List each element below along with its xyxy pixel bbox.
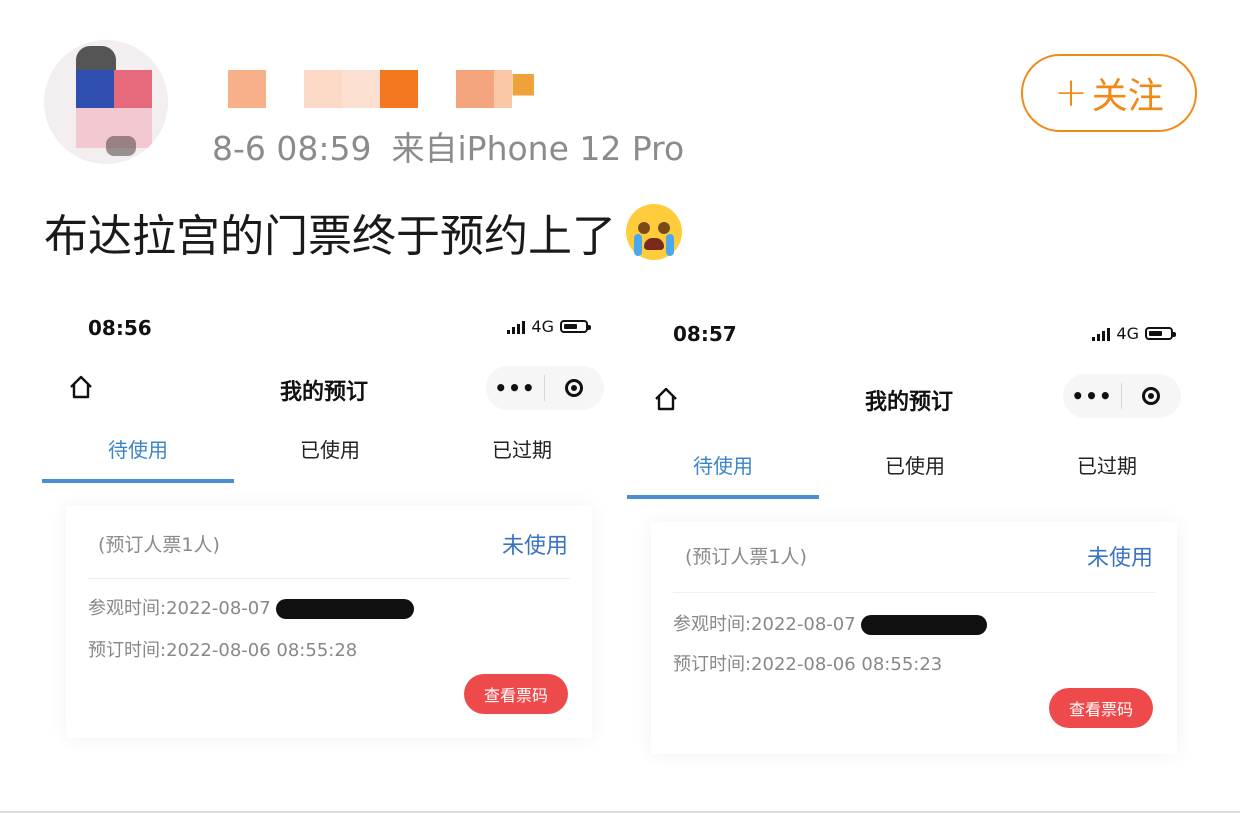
status-time: 08:56	[88, 316, 152, 340]
more-icon[interactable]: •••	[486, 376, 544, 400]
booking-holder: (预订人票1人)	[98, 534, 220, 556]
avatar-pixel	[76, 70, 114, 108]
tab-used[interactable]: 已使用	[234, 434, 426, 463]
close-mini-program-icon[interactable]	[545, 379, 603, 397]
post-body: 布达拉宫的门票终于预约上了	[44, 211, 616, 262]
signal-icon	[1092, 327, 1111, 341]
visit-time: 参观时间:2022-08-07	[673, 614, 856, 635]
post-source: 来自iPhone 12 Pro	[391, 129, 685, 168]
divider	[88, 578, 570, 579]
visit-time-row: 参观时间:2022-08-07	[88, 594, 415, 620]
tab-bar: 待使用 已使用 已过期	[627, 450, 1203, 499]
screenshot-image-1[interactable]: 08:56 4G 我的预订 ••• 待使用 已使用 已过期 (预订人票1人) 未…	[42, 300, 618, 800]
crying-face-icon	[626, 204, 682, 260]
avatar[interactable]	[44, 40, 168, 164]
status-bar: 4G	[507, 317, 591, 336]
page-title: 我的预订	[280, 380, 369, 405]
mosaic-block	[228, 70, 266, 108]
battery-icon	[560, 320, 591, 333]
mosaic-block	[342, 70, 380, 108]
booking-time: 预订时间:2022-08-06 08:55:28	[88, 640, 358, 661]
mosaic-block	[304, 70, 342, 108]
booking-card: (预订人票1人) 未使用 参观时间:2022-08-07 预订时间:2022-0…	[66, 506, 592, 738]
view-ticket-code-button[interactable]: 查看票码	[464, 674, 568, 714]
nav-bar: 我的预订 •••	[627, 374, 1203, 424]
follow-button[interactable]: + 关注	[1021, 54, 1197, 132]
tab-expired[interactable]: 已过期	[426, 434, 618, 463]
status-badge: 未使用	[1086, 546, 1153, 571]
nav-bar: 我的预订 •••	[42, 362, 618, 412]
more-icon[interactable]: •••	[1063, 384, 1121, 408]
tab-used[interactable]: 已使用	[819, 450, 1011, 479]
plus-icon: +	[1054, 70, 1088, 116]
follow-label: 关注	[1091, 76, 1164, 117]
badge-icon: ■	[510, 66, 537, 99]
visit-time-row: 参观时间:2022-08-07	[673, 610, 988, 636]
avatar-pixel	[76, 46, 116, 70]
mosaic-block	[380, 70, 418, 108]
visit-time: 参观时间:2022-08-07	[88, 598, 271, 619]
status-time: 08:57	[673, 322, 737, 346]
post-time: 8-6 08:59	[212, 129, 372, 168]
capsule-menu: •••	[1063, 374, 1181, 418]
close-mini-program-icon[interactable]	[1122, 387, 1180, 405]
booking-card: (预订人票1人) 未使用 参观时间:2022-08-07 预订时间:2022-0…	[651, 522, 1177, 754]
page-title: 我的预订	[865, 390, 954, 415]
post-text: 布达拉宫的门票终于预约上了	[44, 200, 682, 264]
capsule-menu: •••	[486, 366, 604, 410]
battery-icon	[1145, 327, 1176, 340]
signal-icon	[507, 320, 526, 334]
redaction-mark	[861, 615, 988, 635]
mosaic-block	[456, 70, 494, 108]
home-icon[interactable]	[653, 386, 679, 412]
tab-bar: 待使用 已使用 已过期	[42, 434, 618, 483]
home-icon[interactable]	[68, 374, 94, 400]
view-ticket-code-button[interactable]: 查看票码	[1049, 688, 1153, 728]
booking-holder: (预订人票1人)	[685, 546, 807, 568]
post-meta: 8-6 08:59 来自iPhone 12 Pro	[212, 122, 704, 170]
redaction-mark	[276, 599, 415, 619]
divider	[673, 592, 1155, 593]
network-label: 4G	[1116, 324, 1139, 343]
status-badge: 未使用	[501, 534, 568, 559]
booking-time: 预订时间:2022-08-06 08:55:23	[673, 654, 943, 675]
tab-pending[interactable]: 待使用	[627, 450, 819, 499]
tab-pending[interactable]: 待使用	[42, 434, 234, 483]
screenshot-image-2[interactable]: 08:57 4G 我的预订 ••• 待使用 已使用 已过期 (预订人票1人) 未…	[627, 300, 1203, 800]
avatar-pixel	[106, 136, 136, 156]
tab-expired[interactable]: 已过期	[1011, 450, 1203, 479]
network-label: 4G	[531, 317, 554, 336]
status-bar: 4G	[1092, 324, 1176, 343]
avatar-pixel	[114, 70, 152, 108]
